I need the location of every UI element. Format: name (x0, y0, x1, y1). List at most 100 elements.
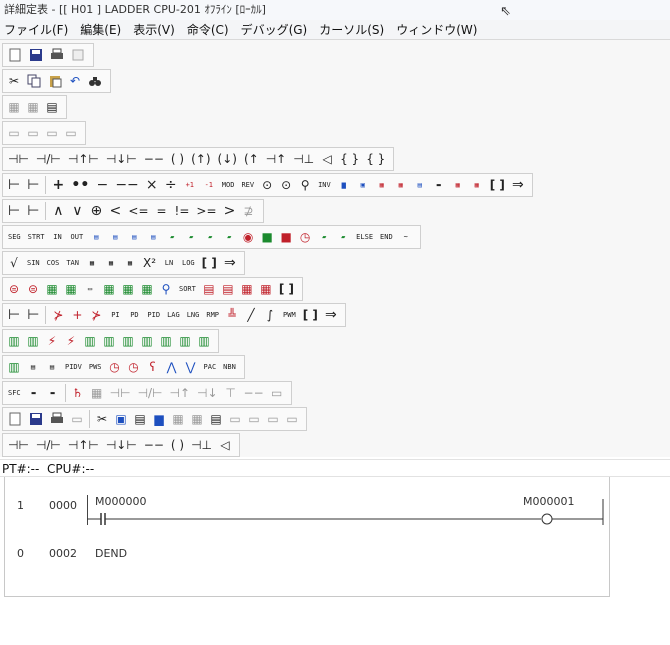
grid-view-icon[interactable]: ▦ (6, 97, 22, 117)
coil-icon[interactable]: ( ) (169, 149, 186, 169)
pi-icon[interactable]: PI (107, 305, 123, 325)
convert-d-icon[interactable]: ⚡ (63, 331, 79, 351)
convert-k-icon[interactable]: ▥ (196, 331, 212, 351)
branch-start-3-icon[interactable]: ⊢ (6, 305, 22, 325)
lag-icon[interactable]: LAG (165, 305, 182, 325)
expression-4-icon[interactable]: [ ] (301, 305, 320, 325)
invert-2-icon[interactable]: ◁ (217, 435, 233, 455)
coil-fall-icon[interactable]: (↓) (216, 149, 239, 169)
pidv-icon[interactable]: PIDV (63, 357, 84, 377)
clock-1-icon[interactable]: ◷ (107, 357, 123, 377)
menu-file[interactable]: ファイル(F) (4, 20, 68, 39)
equal-icon[interactable]: = (154, 201, 170, 221)
limit-3-icon[interactable]: ⊁ (88, 305, 104, 325)
coil-2-icon[interactable]: ( ) (169, 435, 186, 455)
fall-icon[interactable]: ⋁ (183, 357, 199, 377)
convert-f-icon[interactable]: ▥ (101, 331, 117, 351)
branch-start-icon[interactable]: ⊢ (6, 175, 22, 195)
sqrt-icon[interactable]: √ (6, 253, 22, 273)
table-9-icon[interactable]: ▤ (201, 279, 217, 299)
grid-view-2-icon[interactable]: ▦ (25, 97, 41, 117)
mod-icon[interactable]: MOD (220, 175, 237, 195)
table-1-icon[interactable]: ⊜ (6, 279, 22, 299)
window-8-icon[interactable]: ▭ (284, 409, 300, 429)
menu-edit[interactable]: 編集(E) (80, 20, 121, 39)
jump-1-icon[interactable]: ▰ (164, 227, 180, 247)
print-icon[interactable] (48, 45, 66, 65)
sfc-6-icon[interactable]: ⊣⊢ (108, 383, 133, 403)
contact-nc-icon[interactable]: ⊣/⊢ (34, 149, 63, 169)
invert-icon[interactable]: ◁ (319, 149, 335, 169)
contact-down-icon[interactable]: ⊣⊥ (291, 149, 316, 169)
greater-equal-icon[interactable]: >= (194, 201, 218, 221)
pwm-icon[interactable]: PWM (281, 305, 298, 325)
arrow-right-2-icon[interactable]: ⇒ (222, 253, 238, 273)
window-5-icon[interactable]: ▭ (227, 409, 243, 429)
contact-nc-2-icon[interactable]: ⊣/⊢ (34, 435, 63, 455)
log-icon[interactable]: LOG (180, 253, 197, 273)
save-icon[interactable] (27, 45, 45, 65)
branch-end-3-icon[interactable]: ⊢ (25, 305, 41, 325)
or-icon[interactable]: ∨ (69, 201, 85, 221)
decrement-icon[interactable]: -1 (201, 175, 217, 195)
window-3-icon[interactable]: ▭ (44, 123, 60, 143)
contact-rise-2-icon[interactable]: ⊣↑⊢ (66, 435, 101, 455)
contact-down-2-icon[interactable]: ⊣⊥ (189, 435, 214, 455)
paste-2-icon[interactable]: ▤ (132, 409, 148, 429)
table-5-icon[interactable]: ▭ (82, 279, 98, 299)
subroutine-2-icon[interactable]: ▤ (107, 227, 123, 247)
properties-icon[interactable] (69, 45, 87, 65)
function-generator-icon[interactable]: ╩ (224, 305, 240, 325)
arrow-right-3-icon[interactable]: ⇒ (323, 305, 339, 325)
sfc-11-icon[interactable]: −− (242, 383, 266, 403)
subroutine-3-icon[interactable]: ▤ (126, 227, 142, 247)
rmp-icon[interactable]: RMP (204, 305, 221, 325)
not-equal-icon[interactable]: != (173, 201, 192, 221)
expression-3-icon[interactable]: [ ] (277, 279, 296, 299)
acos-icon[interactable]: ▦ (103, 253, 119, 273)
and-icon[interactable]: ∧ (50, 201, 66, 221)
search-icon[interactable]: ⚲ (297, 175, 313, 195)
grid-view-4-icon[interactable]: ▦ (189, 409, 205, 429)
table-6-icon[interactable]: ▦ (101, 279, 117, 299)
increment-icon[interactable]: +1 (182, 175, 198, 195)
atan-icon[interactable]: ▦ (122, 253, 138, 273)
off-icon[interactable]: ■ (278, 227, 294, 247)
jump-2-icon[interactable]: ▰ (183, 227, 199, 247)
convert-h-icon[interactable]: ▥ (139, 331, 155, 351)
properties-2-icon[interactable]: ▭ (69, 409, 85, 429)
table-4-icon[interactable]: ▦ (63, 279, 79, 299)
table-search-icon[interactable]: ⚲ (158, 279, 174, 299)
add-icon[interactable]: + (50, 175, 66, 195)
window-6-icon[interactable]: ▭ (246, 409, 262, 429)
arrow-right-icon[interactable]: ⇒ (510, 175, 526, 195)
save-2-icon[interactable] (27, 409, 45, 429)
clock-2-icon[interactable]: ◷ (126, 357, 142, 377)
end-icon[interactable]: END (378, 227, 395, 247)
find-icon[interactable] (86, 71, 104, 91)
limit-1-icon[interactable]: ⊁ (50, 305, 66, 325)
wire-icon[interactable]: −− (142, 149, 166, 169)
contact-fall-icon[interactable]: ⊣↓⊢ (104, 149, 139, 169)
on-icon[interactable]: ■ (259, 227, 275, 247)
sfc-7-icon[interactable]: ⊣/⊢ (136, 383, 165, 403)
copy-icon[interactable] (25, 71, 43, 91)
sfc-5-icon[interactable]: ▦ (89, 383, 105, 403)
branch-start-2-icon[interactable]: ⊢ (6, 201, 22, 221)
menu-window[interactable]: ウィンドウ(W) (396, 20, 477, 39)
menu-command[interactable]: 命令(C) (187, 20, 229, 39)
table-2-view-icon[interactable]: ▤ (208, 409, 224, 429)
menu-view[interactable]: 表示(V) (133, 20, 175, 39)
interrupt-icon[interactable]: ◉ (240, 227, 256, 247)
convert-g-icon[interactable]: ▥ (120, 331, 136, 351)
ramp-icon[interactable]: ╱ (243, 305, 259, 325)
table-2-icon[interactable]: ⊜ (25, 279, 41, 299)
strt-icon[interactable]: STRT (26, 227, 47, 247)
table-3-icon[interactable]: ▦ (44, 279, 60, 299)
cos-icon[interactable]: COS (45, 253, 62, 273)
sfc-2-icon[interactable]: ▬ (26, 383, 42, 403)
square-icon[interactable]: X² (141, 253, 158, 273)
add-double-icon[interactable]: •• (69, 175, 91, 195)
monitor-icon[interactable]: ▆ (151, 409, 167, 429)
seg-icon[interactable]: SEG (6, 227, 23, 247)
